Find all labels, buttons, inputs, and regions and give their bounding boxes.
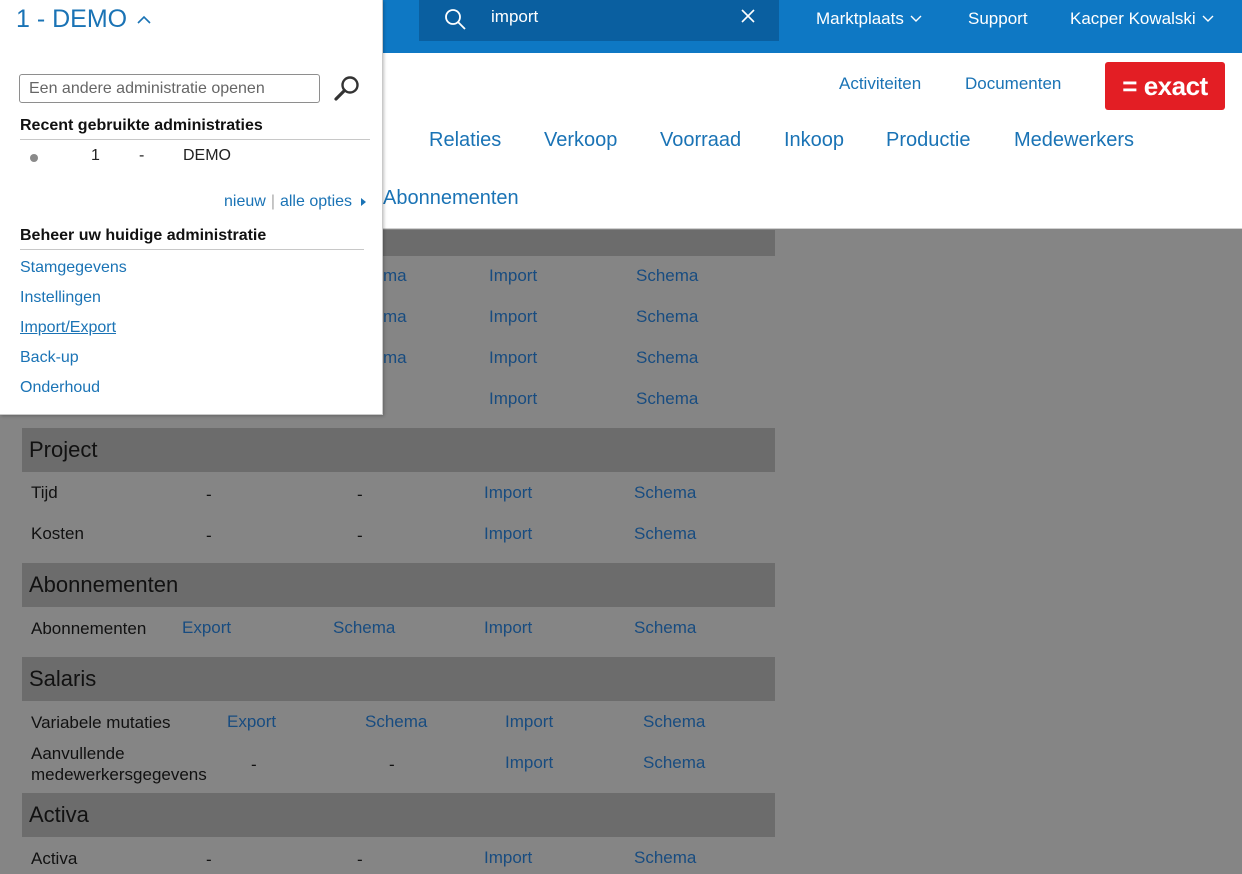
administration-dropdown: 1 - DEMO Recent gebruikte administraties… (0, 0, 383, 415)
schema-link[interactable]: Schema (634, 524, 696, 544)
main-nav-verkoop[interactable]: Verkoop (544, 129, 617, 152)
import-link[interactable]: Import (489, 307, 537, 327)
schema-link[interactable]: Schema (643, 712, 705, 732)
import-link[interactable]: Import (484, 618, 532, 638)
export-link[interactable]: Export (227, 712, 276, 732)
caret-right-icon (361, 198, 367, 206)
section-title: Project (22, 428, 775, 472)
main-nav-relaties[interactable]: Relaties (429, 129, 501, 152)
schema-link[interactable]: Schema (636, 348, 698, 368)
schema-link[interactable]: Schema (636, 266, 698, 286)
schema-link[interactable]: ma (383, 266, 407, 286)
divider (20, 249, 364, 250)
manage-link-back-up[interactable]: Back-up (20, 349, 79, 367)
main-nav-abonnementen[interactable]: Abonnementen (383, 187, 519, 210)
topnav-user-menu[interactable]: Kacper Kowalski (1070, 9, 1214, 29)
import-link[interactable]: Import (484, 524, 532, 544)
search-icon[interactable] (333, 74, 361, 102)
main-nav-voorraad[interactable]: Voorraad (660, 129, 741, 152)
chevron-up-icon (137, 15, 151, 24)
recent-heading: Recent gebruikte administraties (20, 117, 263, 134)
main-nav-medewerkers[interactable]: Medewerkers (1014, 129, 1134, 152)
schema-link[interactable]: Schema (636, 389, 698, 409)
bullet-icon (30, 154, 38, 162)
import-link[interactable]: Import (484, 848, 532, 868)
manage-link-instellingen[interactable]: Instellingen (20, 289, 101, 307)
manage-heading: Beheer uw huidige administratie (20, 227, 267, 244)
all-options-link[interactable]: alle opties (280, 193, 352, 211)
import-link[interactable]: Import (505, 712, 553, 732)
schema-link[interactable]: Schema (365, 712, 427, 732)
separator: | (270, 193, 275, 210)
header-link-documenten[interactable]: Documenten (965, 74, 1061, 94)
topnav-marktplaats[interactable]: Marktplaats (816, 9, 922, 29)
row-dash: - (357, 485, 363, 504)
manage-link-onderhoud[interactable]: Onderhoud (20, 379, 100, 397)
export-link[interactable]: Export (182, 618, 231, 638)
section-title: Activa (22, 793, 775, 837)
row-dash: - (357, 526, 363, 545)
row-dash: - (251, 755, 257, 774)
topnav-support[interactable]: Support (968, 9, 1028, 29)
row-dash: - (206, 850, 212, 869)
section-title: Salaris (22, 657, 775, 701)
chevron-down-icon (910, 15, 922, 22)
row-name-line1: Aanvullende (31, 744, 125, 763)
schema-link[interactable]: Schema (636, 307, 698, 327)
divider (20, 139, 370, 140)
import-link[interactable]: Import (489, 266, 537, 286)
admin-options: nieuw | alle opties (224, 193, 367, 211)
search-icon (445, 9, 466, 30)
row-name-line2: medewerkersgegevens (31, 765, 207, 784)
row-name: Abonnementen (31, 619, 147, 638)
row-name: Variabele mutaties (31, 713, 171, 732)
main-nav-inkoop[interactable]: Inkoop (784, 129, 844, 152)
recent-item-demo[interactable]: 1 - DEMO (20, 147, 370, 167)
chevron-down-icon (1202, 15, 1214, 22)
manage-link-import-export[interactable]: Import/Export (20, 319, 116, 337)
row-dash: - (357, 850, 363, 869)
row-dash: - (206, 485, 212, 504)
global-search-box[interactable]: import (419, 0, 779, 41)
schema-link[interactable]: Schema (643, 753, 705, 773)
import-link[interactable]: Import (484, 483, 532, 503)
schema-link[interactable]: Schema (634, 848, 696, 868)
close-icon[interactable] (740, 8, 756, 24)
schema-link[interactable]: Schema (634, 618, 696, 638)
row-dash: - (206, 526, 212, 545)
administration-search-input[interactable] (19, 74, 320, 103)
row-name: Activa (31, 849, 78, 868)
section-title: Abonnementen (22, 563, 775, 607)
schema-link[interactable]: Schema (634, 483, 696, 503)
row-name: Tijd (31, 483, 58, 502)
main-nav-productie[interactable]: Productie (886, 129, 971, 152)
schema-link[interactable]: ma (383, 307, 407, 327)
exact-logo[interactable]: = exact (1105, 62, 1225, 110)
new-administration-link[interactable]: nieuw (224, 193, 266, 211)
schema-link[interactable]: Schema (333, 618, 395, 638)
administration-title: 1 - DEMO (16, 5, 128, 33)
import-link[interactable]: Import (489, 348, 537, 368)
global-search-input[interactable]: import (491, 7, 538, 27)
administration-toggle[interactable]: 1 - DEMO (16, 5, 151, 34)
row-dash: - (389, 755, 395, 774)
schema-link[interactable]: ma (383, 348, 407, 368)
row-name: Kosten (31, 524, 84, 543)
manage-link-stamgegevens[interactable]: Stamgegevens (20, 259, 127, 277)
import-link[interactable]: Import (489, 389, 537, 409)
header-link-activiteiten[interactable]: Activiteiten (839, 74, 921, 94)
import-link[interactable]: Import (505, 753, 553, 773)
